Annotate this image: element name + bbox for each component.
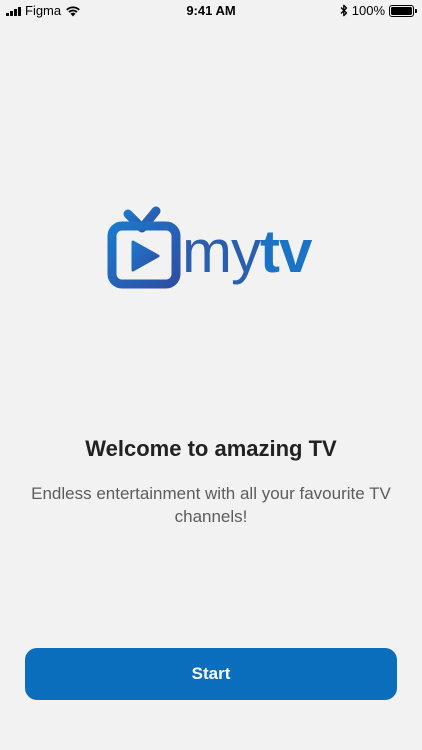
welcome-title: Welcome to amazing TV [85, 436, 337, 461]
mytv-logo: mytv [106, 206, 318, 292]
battery-percent: 100% [351, 3, 385, 18]
welcome-subtitle: Endless entertainment with all your favo… [31, 484, 391, 526]
bluetooth-icon [340, 4, 347, 17]
logo-text-my: my [182, 218, 261, 285]
status-bar-right: 100% [340, 3, 417, 18]
tv-play-icon [107, 206, 181, 289]
logo-text-tv: tv [259, 218, 312, 285]
welcome-screen: Figma 9:41 AM 100% mytv Welcome to amazi… [0, 0, 422, 750]
logo-wordmark: mytv [182, 222, 312, 282]
battery-icon [389, 4, 417, 17]
start-button[interactable]: Start [25, 648, 397, 700]
status-bar: Figma 9:41 AM 100% [0, 0, 422, 22]
